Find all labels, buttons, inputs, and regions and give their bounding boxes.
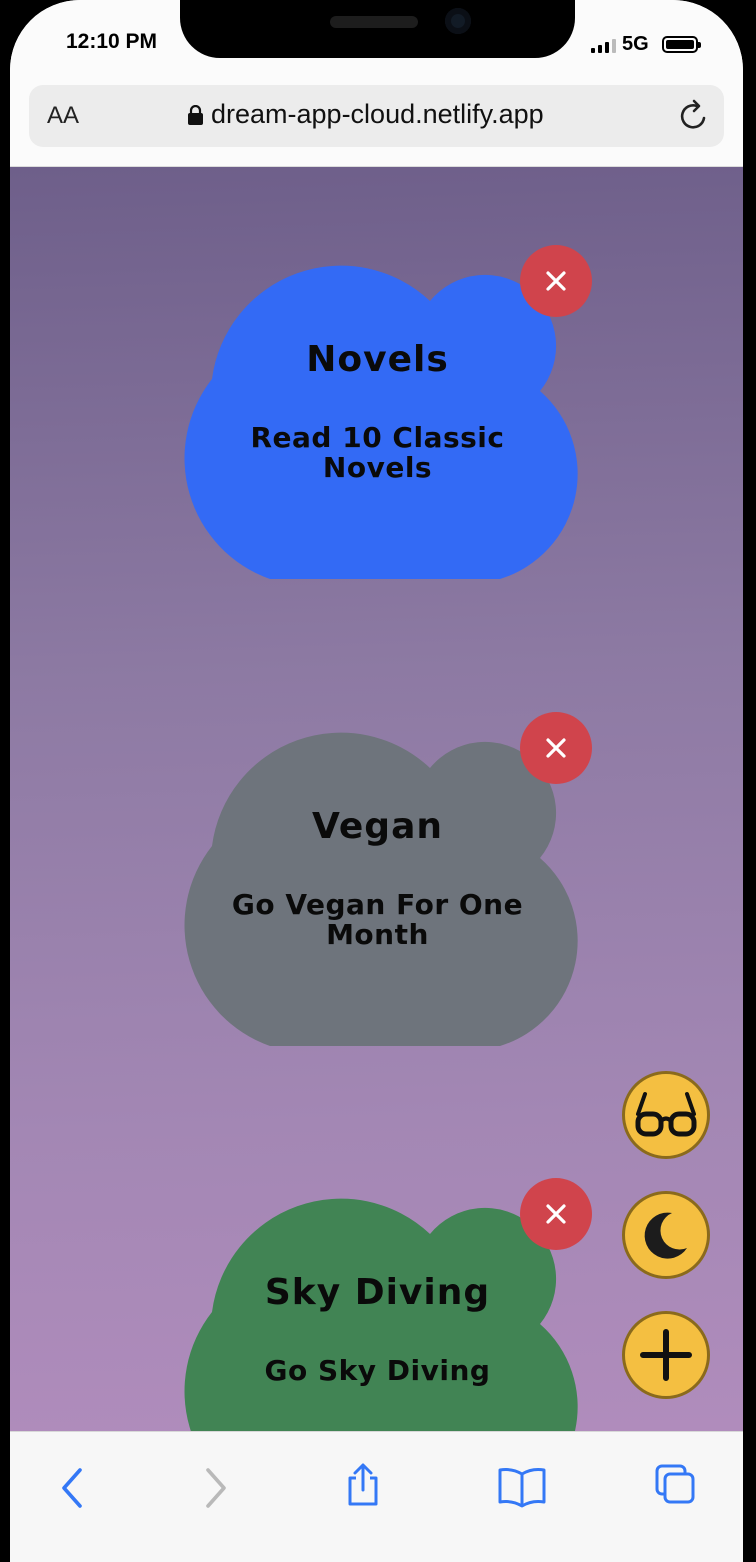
notch xyxy=(180,0,575,58)
add-dream-button[interactable] xyxy=(622,1311,710,1399)
dream-cloud-card: Vegan Go Vegan For One Month xyxy=(140,712,615,1053)
delete-dream-button[interactable] xyxy=(520,712,592,784)
network-type: 5G xyxy=(622,33,649,55)
delete-dream-button[interactable] xyxy=(520,245,592,317)
forward-button[interactable] xyxy=(194,1460,254,1516)
tabs-button[interactable] xyxy=(650,1460,710,1516)
close-icon xyxy=(546,271,566,291)
dream-description: Read 10 Classic Novels xyxy=(250,421,505,484)
screen: 12:10 PM 5G AA dream-app-cloud.netlify.a… xyxy=(10,0,743,1562)
reading-mode-button[interactable] xyxy=(622,1071,710,1159)
browser-toolbar xyxy=(10,1431,743,1562)
dream-title: Sky Diving xyxy=(264,1272,491,1313)
status-time: 12:10 PM xyxy=(66,30,158,53)
dream-title: Novels xyxy=(306,339,449,380)
phone-frame: 12:10 PM 5G AA dream-app-cloud.netlify.a… xyxy=(0,0,756,1562)
signal-icon xyxy=(591,37,616,53)
url-text[interactable]: dream-app-cloud.netlify.app xyxy=(211,99,544,130)
bookmarks-button[interactable] xyxy=(494,1460,554,1516)
tabs-icon xyxy=(655,1464,695,1504)
back-button[interactable] xyxy=(50,1460,110,1516)
battery-icon xyxy=(662,36,701,53)
dream-cloud-card: Novels Read 10 Classic Novels xyxy=(140,245,615,586)
lock-icon xyxy=(188,105,203,125)
dream-description: Go Sky Diving xyxy=(264,1354,491,1387)
address-bar[interactable]: AA dream-app-cloud.netlify.app xyxy=(29,85,724,147)
moon-icon xyxy=(644,1212,687,1259)
dream-description: Go Vegan For One Month xyxy=(231,888,524,951)
text-size-button[interactable]: AA xyxy=(47,102,79,130)
close-icon xyxy=(546,738,566,758)
status-bar: 12:10 PM 5G xyxy=(10,0,743,80)
share-button[interactable] xyxy=(336,1460,396,1516)
dark-mode-button[interactable] xyxy=(622,1191,710,1279)
front-camera xyxy=(445,8,471,34)
browser-address-area: AA dream-app-cloud.netlify.app xyxy=(10,80,743,167)
reload-icon[interactable] xyxy=(677,99,711,133)
share-icon xyxy=(348,1463,378,1506)
delete-dream-button[interactable] xyxy=(520,1178,592,1250)
back-icon xyxy=(62,1468,82,1508)
dream-list[interactable]: Novels Read 10 Classic Novels Vegan Go V… xyxy=(10,167,743,1431)
forward-icon xyxy=(206,1468,226,1508)
glasses-icon xyxy=(635,1092,697,1137)
bookmarks-icon xyxy=(498,1468,546,1508)
dream-title: Vegan xyxy=(312,806,443,847)
close-icon xyxy=(546,1204,566,1224)
dream-cloud-card: Sky Diving Go Sky Diving xyxy=(140,1178,615,1431)
speaker xyxy=(330,16,418,28)
plus-icon xyxy=(640,1329,692,1381)
